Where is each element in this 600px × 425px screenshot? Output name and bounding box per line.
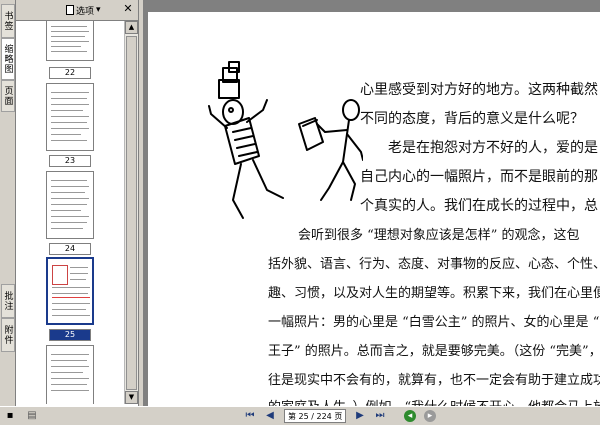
thumbnail-scrollbar[interactable]: ▲ ▼: [124, 21, 138, 404]
tab-bookmarks[interactable]: 书签: [1, 4, 15, 38]
options-button[interactable]: 选项 ▾: [66, 3, 101, 17]
tab-comments[interactable]: 批注: [1, 284, 15, 318]
reader-window: 书签 缩略图 页面 批注 附件 选项 ▾ ✕ 22 23 24 25 ▲ ▼ 心…: [0, 0, 600, 425]
previous-page-icon[interactable]: ◀: [264, 410, 276, 422]
text-line-5: 个真实的人。我们在成长的过程中，总: [360, 198, 598, 214]
page-number-field[interactable]: 第 25 / 224 页: [284, 409, 346, 423]
thumbnail-page-23[interactable]: [46, 83, 94, 151]
page-label-24: 24: [49, 243, 91, 255]
text-line-4: 自己内心的一幅照片，而不是眼前的那: [360, 169, 598, 185]
close-icon[interactable]: ✕: [122, 3, 134, 15]
text-line-9: 一幅照片：男的心里是 “白雪公主” 的照片、女的心里是 “白马: [268, 315, 600, 330]
text-line-12: 的家庭及人生。）例如，“我什么时候不开心，他都会马上放下手: [268, 396, 600, 406]
options-icon: [66, 5, 74, 15]
thumbnail-panel: 选项 ▾ ✕ 22 23 24 25 ▲ ▼: [16, 0, 139, 406]
thumbnail-page-26[interactable]: [46, 345, 94, 404]
go-back-icon[interactable]: ◂: [404, 410, 416, 422]
tab-pages-label: 页面: [2, 86, 13, 106]
options-label: 选项: [76, 6, 95, 17]
thumbnail-page-25[interactable]: [46, 257, 94, 325]
text-line-11: 往是现实中不会有的，就算有，也不一定会有助于建立成功快乐: [268, 373, 600, 388]
chevron-down-icon: ▾: [96, 5, 101, 15]
tab-attachments-label: 附件: [2, 325, 13, 345]
last-page-icon[interactable]: ⏭: [374, 410, 386, 422]
scrollbar-thumb[interactable]: [126, 36, 137, 390]
document-icon: ▤: [27, 410, 37, 421]
thumbnail-list: 22 23 24 25: [16, 21, 124, 404]
page-label-22: 22: [49, 67, 91, 79]
navigation-tab-strip: 书签 缩略图 页面 批注 附件: [0, 0, 16, 406]
text-line-7: 括外貌、语言、行为、态度、对事物的反应、心态、个性、兴: [268, 257, 600, 272]
thumbnail-figure: [52, 265, 68, 285]
stick-figure-illustration: [208, 61, 363, 219]
status-bar: ▪ ▤ ⏮ ◀ 第 25 / 224 页 ▶ ⏭ ◂ ▸: [0, 406, 600, 425]
text-line-8: 趣、习惯，以及对人生的期望等。积累下来，我们在心里便有了: [268, 286, 600, 301]
thumbnail-panel-header: 选项 ▾ ✕: [16, 0, 138, 21]
tab-attachments[interactable]: 附件: [1, 318, 15, 352]
scroll-down-icon[interactable]: ▼: [125, 391, 138, 404]
tab-bookmarks-label: 书签: [2, 11, 13, 31]
text-line-6: 会听到很多 “理想对象应该是怎样” 的观念，这包: [298, 228, 580, 243]
text-line-1: 心里感受到对方好的地方。这两种截然: [360, 82, 598, 98]
page-label-23: 23: [49, 155, 91, 167]
text-line-2: 不同的态度，背后的意义是什么呢？: [360, 111, 584, 127]
text-line-10: 王子” 的照片。总而言之，就是要够完美。（这份 “完美”，往: [268, 344, 600, 359]
first-page-icon[interactable]: ⏮: [244, 410, 256, 422]
tab-thumbnails[interactable]: 缩略图: [1, 38, 15, 80]
tab-thumbnails-label: 缩略图: [2, 44, 13, 74]
text-line-3: 老是在抱怨对方不好的人，爱的是: [388, 140, 598, 156]
tab-pages[interactable]: 页面: [1, 80, 15, 112]
tab-comments-label: 批注: [2, 291, 13, 311]
scroll-up-icon[interactable]: ▲: [125, 21, 138, 34]
page-label-25: 25: [49, 329, 91, 341]
next-page-icon[interactable]: ▶: [354, 410, 366, 422]
document-view[interactable]: 心里感受到对方好的地方。这两种截然 不同的态度，背后的意义是什么呢？ 老是在抱怨…: [143, 0, 600, 406]
go-forward-icon[interactable]: ▸: [424, 410, 436, 422]
thumbnail-page-22[interactable]: [46, 21, 94, 61]
page-size-icon: ▪: [6, 410, 14, 421]
thumbnail-page-24[interactable]: [46, 171, 94, 239]
document-page: 心里感受到对方好的地方。这两种截然 不同的态度，背后的意义是什么呢？ 老是在抱怨…: [148, 12, 600, 406]
